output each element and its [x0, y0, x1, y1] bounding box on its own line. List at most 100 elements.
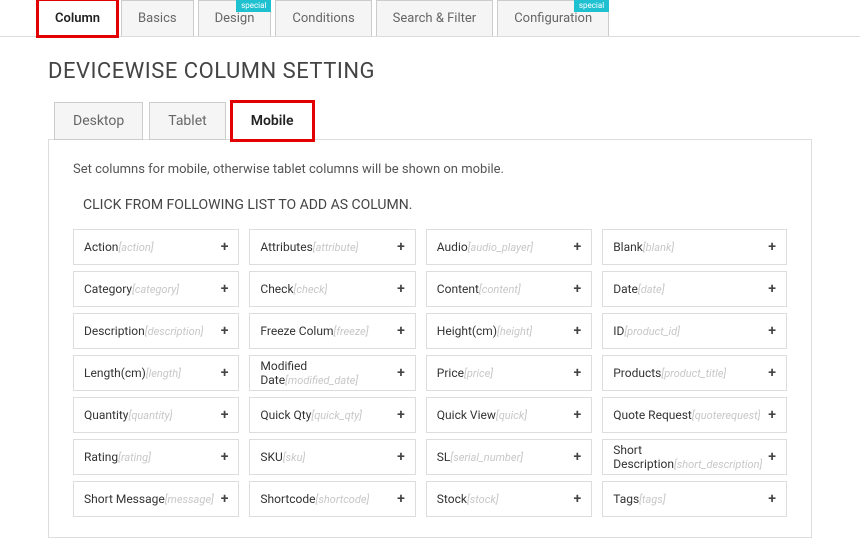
- column-chip-name: Quick Qty: [260, 408, 311, 422]
- top-tab-design[interactable]: Designspecial: [198, 0, 272, 36]
- column-chip-label: Height(cm)[height]: [437, 324, 532, 338]
- tab-label: Design: [215, 11, 255, 26]
- settings-panel: Set columns for mobile, otherwise tablet…: [48, 139, 812, 538]
- device-tab-desktop[interactable]: Desktop: [54, 102, 143, 140]
- column-chip-name: Date: [613, 282, 638, 296]
- column-chip-slug: [shortcode]: [316, 493, 370, 506]
- column-chip-slug: [rating]: [118, 451, 151, 464]
- column-chip-name: Shortcode: [260, 492, 315, 506]
- column-chip-slug: [length]: [146, 367, 181, 380]
- column-chip-blank[interactable]: Blank[blank] +: [602, 229, 787, 265]
- column-chip-slug: [quoterequest]: [692, 409, 761, 422]
- column-chip-length-cm[interactable]: Length(cm)[length] +: [73, 355, 239, 391]
- column-chip-tags[interactable]: Tags[tags]+: [602, 481, 787, 517]
- plus-icon: +: [768, 239, 776, 256]
- column-chip-id[interactable]: ID[product_id]+: [602, 313, 787, 349]
- plus-icon: +: [768, 281, 776, 298]
- column-chip-action[interactable]: Action[action]+: [73, 229, 239, 265]
- device-tab-mobile[interactable]: Mobile: [232, 102, 313, 140]
- top-tab-column[interactable]: Column: [38, 0, 117, 36]
- tab-label: Configuration: [514, 11, 592, 26]
- column-chip-slug: [category]: [132, 283, 179, 296]
- column-chip-price[interactable]: Price[price]+: [426, 355, 592, 391]
- column-chip-description[interactable]: Description[description] +: [73, 313, 239, 349]
- column-chip-rating[interactable]: Rating[rating]+: [73, 439, 239, 475]
- column-chip-sl[interactable]: SL[serial_number] +: [426, 439, 592, 475]
- device-tab-tablet[interactable]: Tablet: [149, 102, 225, 140]
- column-chip-label: Attributes[attribute]: [260, 240, 358, 254]
- column-chip-label: Quick View[quick]: [437, 408, 527, 422]
- column-chip-quick-qty[interactable]: Quick Qty[quick_qty]+: [249, 397, 415, 433]
- column-chip-label: SL[serial_number]: [437, 450, 523, 464]
- column-chip-content[interactable]: Content[content]+: [426, 271, 592, 307]
- tab-label: Conditions: [292, 11, 354, 26]
- plus-icon: +: [768, 449, 776, 466]
- plus-icon: +: [574, 323, 582, 340]
- plus-icon: +: [221, 407, 229, 424]
- column-chip-modified-date[interactable]: Modified Date[modified_date] +: [249, 355, 415, 391]
- column-chip-label: Short Message[message]: [84, 492, 214, 506]
- column-chip-label: Modified Date[modified_date]: [260, 359, 391, 388]
- column-chip-name: ID: [613, 324, 624, 338]
- column-chip-short-message[interactable]: Short Message[message]+: [73, 481, 239, 517]
- column-chip-audio[interactable]: Audio[audio_player]+: [426, 229, 592, 265]
- column-chip-name: Blank: [613, 240, 643, 254]
- tab-label: Search & Filter: [393, 11, 477, 26]
- column-chip-quantity[interactable]: Quantity[quantity] +: [73, 397, 239, 433]
- column-chip-label: Freeze Colum[freeze]: [260, 324, 368, 338]
- column-chip-products[interactable]: Products[product_title]+: [602, 355, 787, 391]
- column-chip-label: Description[description]: [84, 324, 203, 338]
- plus-icon: +: [574, 449, 582, 466]
- column-chip-label: Length(cm)[length]: [84, 366, 181, 380]
- column-chip-name: Freeze Colum: [260, 324, 333, 338]
- column-chip-attributes[interactable]: Attributes[attribute]+: [249, 229, 415, 265]
- column-chip-stock[interactable]: Stock[stock]+: [426, 481, 592, 517]
- plus-icon: +: [221, 323, 229, 340]
- column-chip-name: Stock: [437, 492, 467, 506]
- column-chip-label: Short Description[short_description]: [613, 443, 762, 472]
- column-chip-slug: [product_id]: [624, 325, 680, 338]
- column-chip-name: Short Description: [613, 443, 674, 471]
- column-chip-name: Check: [260, 282, 293, 296]
- column-chip-name: SL: [437, 450, 451, 464]
- column-chip-shortcode[interactable]: Shortcode[shortcode] +: [249, 481, 415, 517]
- plus-icon: +: [397, 491, 405, 508]
- top-tab-configuration[interactable]: Configurationspecial: [497, 0, 609, 36]
- column-chip-name: Products: [613, 366, 661, 380]
- column-chip-label: SKU[sku]: [260, 450, 305, 464]
- column-chip-height-cm[interactable]: Height(cm)[height] +: [426, 313, 592, 349]
- column-chip-quick-view[interactable]: Quick View[quick]+: [426, 397, 592, 433]
- column-chip-label: Quote Request[quoterequest]: [613, 408, 760, 422]
- column-chip-slug: [serial_number]: [450, 451, 523, 464]
- column-chip-slug: [height]: [497, 325, 532, 338]
- column-chip-slug: [quick_qty]: [311, 409, 362, 422]
- column-chip-name: Action: [84, 240, 118, 254]
- column-chip-label: Stock[stock]: [437, 492, 499, 506]
- instruction-text: CLICK FROM FOLLOWING LIST TO ADD AS COLU…: [83, 197, 787, 213]
- column-chip-name: Quick View: [437, 408, 496, 422]
- column-chip-slug: [blank]: [643, 241, 674, 254]
- column-chip-freeze-colum[interactable]: Freeze Colum[freeze]+: [249, 313, 415, 349]
- column-chip-category[interactable]: Category[category]+: [73, 271, 239, 307]
- plus-icon: +: [221, 239, 229, 256]
- column-chip-name: Audio: [437, 240, 468, 254]
- column-chip-quote-request[interactable]: Quote Request[quoterequest]+: [602, 397, 787, 433]
- column-chip-sku[interactable]: SKU[sku] +: [249, 439, 415, 475]
- column-chip-name: Quantity: [84, 408, 128, 422]
- special-badge: special: [236, 0, 271, 12]
- column-chip-check[interactable]: Check[check]+: [249, 271, 415, 307]
- column-chip-label: Rating[rating]: [84, 450, 151, 464]
- column-chip-short-description[interactable]: Short Description[short_description] +: [602, 439, 787, 475]
- column-chip-label: Check[check]: [260, 282, 327, 296]
- plus-icon: +: [397, 449, 405, 466]
- plus-icon: +: [574, 239, 582, 256]
- plus-icon: +: [397, 365, 405, 382]
- top-tab-search-filter[interactable]: Search & Filter: [376, 0, 494, 36]
- column-chip-label: Quantity[quantity]: [84, 408, 172, 422]
- column-chip-name: Rating: [84, 450, 118, 464]
- plus-icon: +: [221, 365, 229, 382]
- column-chip-slug: [modified_date]: [285, 374, 358, 387]
- column-chip-date[interactable]: Date[date]+: [602, 271, 787, 307]
- top-tab-basics[interactable]: Basics: [121, 0, 194, 36]
- top-tab-conditions[interactable]: Conditions: [275, 0, 371, 36]
